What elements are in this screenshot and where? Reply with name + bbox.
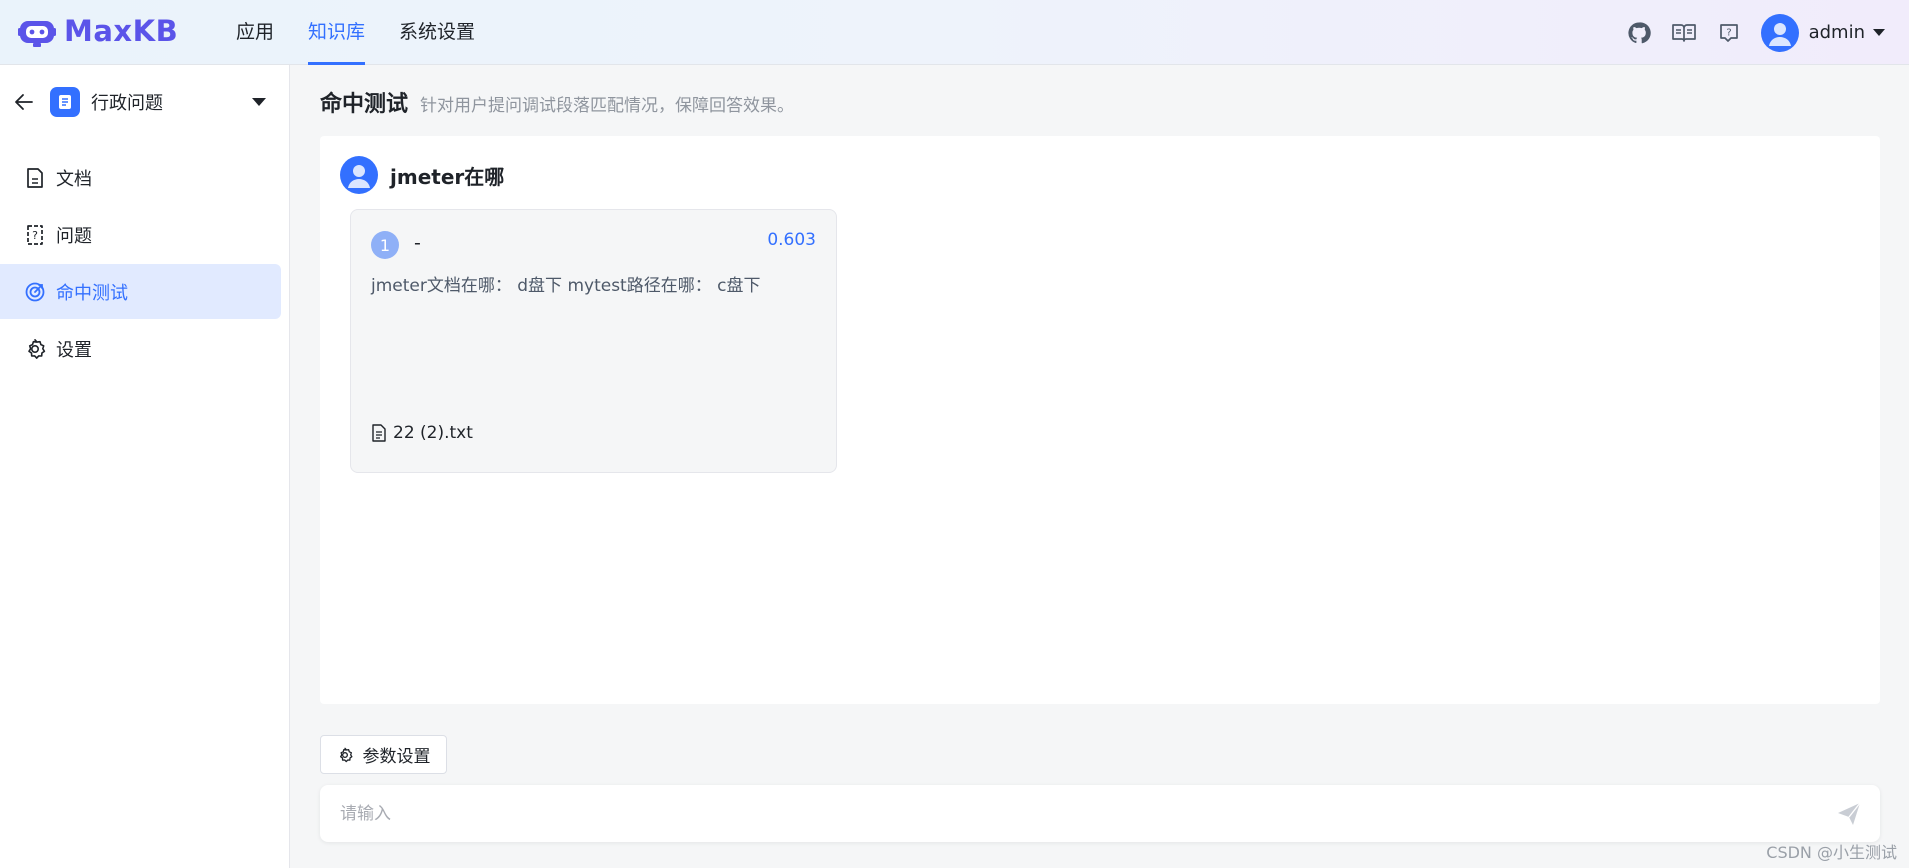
knowledge-base-selector[interactable]: 行政问题 — [12, 83, 278, 121]
question-icon: ? — [24, 224, 46, 246]
target-icon — [24, 281, 46, 303]
github-icon[interactable] — [1626, 20, 1652, 46]
sidebar-item-documents[interactable]: 文档 — [0, 150, 281, 205]
query-text: jmeter在哪 — [390, 164, 505, 189]
knowledge-base-name: 行政问题 — [91, 93, 163, 114]
param-settings-label: 参数设置 — [362, 747, 431, 767]
help-icon[interactable]: ? — [1716, 20, 1742, 46]
header-actions: ? admin — [1626, 0, 1909, 65]
query-input[interactable] — [340, 799, 1800, 829]
sidebar-menu: 文档 ? 问题 命中测试 设置 — [0, 150, 290, 378]
hit-result-card[interactable]: 1 - 0.603 jmeter文档在哪： d盘下 mytest路径在哪： c盘… — [350, 209, 837, 473]
document-icon — [24, 167, 46, 189]
back-arrow-icon[interactable] — [12, 90, 36, 114]
robot-logo-icon — [18, 21, 56, 47]
chevron-down-icon — [252, 98, 266, 106]
result-score: 0.603 — [767, 230, 816, 250]
send-icon[interactable] — [1834, 799, 1864, 829]
result-source-file: 22 (2).txt — [371, 423, 473, 443]
avatar — [340, 156, 378, 194]
svg-text:?: ? — [1726, 27, 1731, 38]
file-icon — [371, 424, 389, 442]
sidebar-item-label: 文档 — [56, 168, 92, 190]
nav-knowledge-base[interactable]: 知识库 — [308, 0, 366, 65]
chevron-down-icon — [1873, 29, 1885, 36]
hit-test-results-panel: jmeter在哪 1 - 0.603 jmeter文档在哪： d盘下 mytes… — [320, 136, 1880, 704]
nav-system-settings[interactable]: 系统设置 — [399, 0, 475, 65]
app-logo[interactable]: MaxKB — [18, 14, 178, 48]
page-title: 命中测试 — [320, 92, 409, 117]
sidebar-item-settings[interactable]: 设置 — [0, 321, 281, 376]
sidebar-item-hit-test[interactable]: 命中测试 — [0, 264, 281, 319]
sidebar-item-label: 问题 — [56, 225, 92, 247]
sidebar-item-questions[interactable]: ? 问题 — [0, 207, 281, 262]
result-title: - — [414, 232, 421, 254]
app-name: MaxKB — [64, 14, 179, 48]
book-icon[interactable] — [1671, 20, 1697, 46]
svg-text:?: ? — [32, 229, 38, 242]
result-index-badge: 1 — [371, 231, 399, 259]
result-content: jmeter文档在哪： d盘下 mytest路径在哪： c盘下 — [371, 276, 761, 296]
page-subtitle: 针对用户提问调试段落匹配情况，保障回答效果。 — [420, 96, 795, 116]
watermark: CSDN @小生测试 — [1766, 843, 1897, 862]
knowledge-base-icon — [50, 87, 80, 117]
query-row: jmeter在哪 — [340, 156, 504, 194]
param-settings-button[interactable]: 参数设置 — [320, 735, 447, 774]
gear-icon — [24, 338, 46, 360]
gear-icon — [337, 746, 355, 764]
avatar — [1760, 13, 1799, 52]
page-header: 命中测试 针对用户提问调试段落匹配情况，保障回答效果。 — [320, 86, 794, 118]
sidebar-item-label: 命中测试 — [56, 282, 128, 304]
file-name: 22 (2).txt — [393, 423, 473, 443]
sidebar: 行政问题 文档 ? 问题 命中测试 设置 — [0, 65, 290, 868]
top-nav: 应用 知识库 系统设置 — [236, 0, 509, 65]
top-header: MaxKB 应用 知识库 系统设置 ? admin — [0, 0, 1909, 65]
query-input-box — [320, 785, 1880, 842]
nav-apps[interactable]: 应用 — [236, 0, 274, 65]
user-menu[interactable]: admin — [1760, 13, 1885, 52]
username: admin — [1808, 22, 1865, 43]
sidebar-item-label: 设置 — [56, 339, 92, 361]
